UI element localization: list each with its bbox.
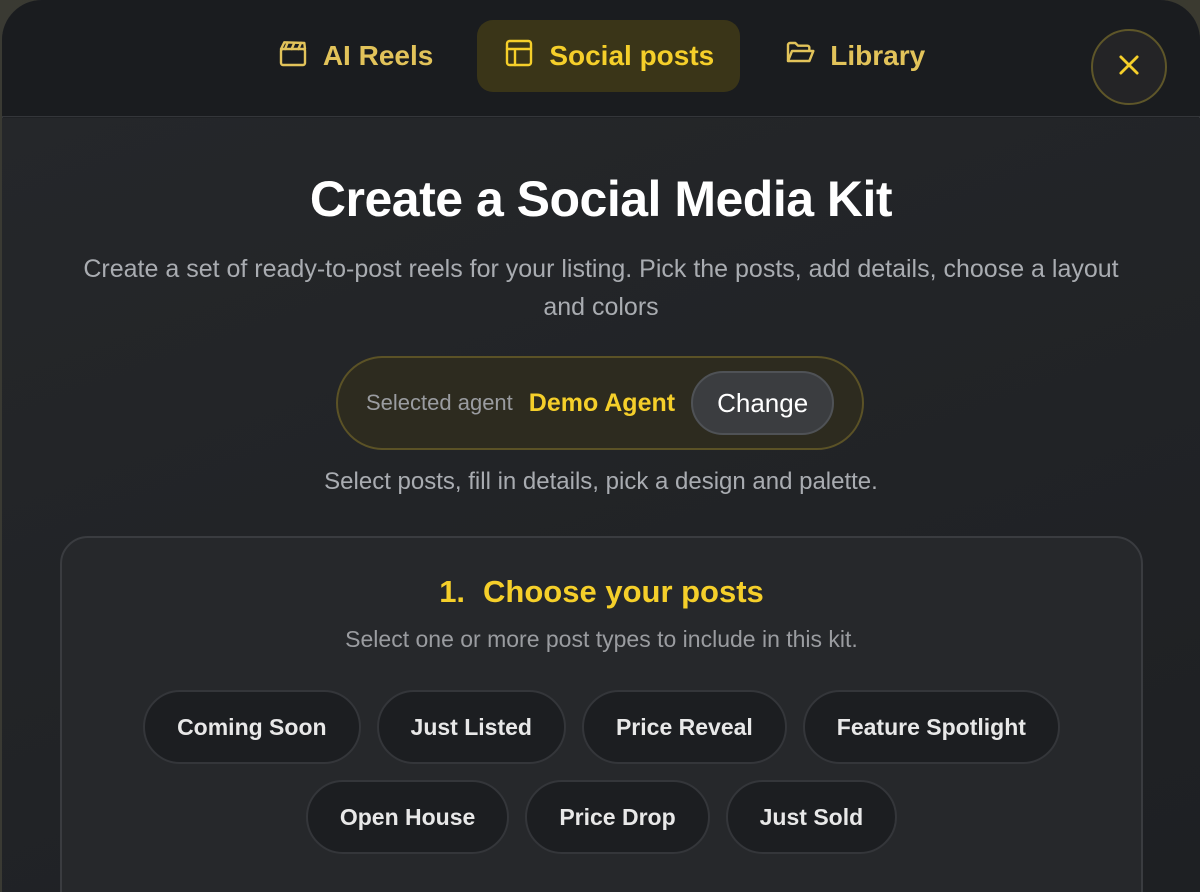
chip-coming-soon[interactable]: Coming Soon — [143, 690, 361, 764]
chip-price-drop[interactable]: Price Drop — [525, 780, 710, 854]
folder-open-icon — [784, 37, 816, 76]
chip-feature-spotlight[interactable]: Feature Spotlight — [802, 690, 1060, 764]
section-title: 1. Choose your posts — [62, 574, 1141, 610]
chip-just-listed[interactable]: Just Listed — [376, 690, 566, 764]
close-button[interactable] — [1091, 29, 1167, 105]
modal-body: Create a Social Media Kit Create a set o… — [2, 118, 1200, 892]
tab-library[interactable]: Library — [758, 20, 951, 92]
page-subtitle: Create a set of ready-to-post reels for … — [83, 255, 1119, 321]
section-number: 1. — [439, 574, 466, 609]
change-agent-button[interactable]: Change — [691, 371, 835, 435]
helper-text: Select posts, fill in details, pick a de… — [324, 468, 878, 495]
chip-price-reveal[interactable]: Price Reveal — [581, 690, 787, 764]
chip-open-house[interactable]: Open House — [305, 780, 510, 854]
close-icon — [1115, 51, 1143, 84]
agent-label: Selected agent — [366, 390, 513, 415]
section-heading: Choose your posts — [483, 574, 764, 609]
selected-agent-pill: Selected agent Demo Agent Change — [336, 356, 864, 450]
choose-posts-section: 1. Choose your posts Select one or more p… — [60, 536, 1143, 892]
tab-label: AI Reels — [322, 40, 434, 71]
agent-name: Demo Agent — [528, 388, 676, 417]
post-type-row: Coming Soon Just Listed Price Reveal Fea… — [62, 690, 1141, 764]
tab-bar: AI Reels Social posts Library — [2, 20, 1200, 92]
tab-label: Social posts — [549, 40, 715, 71]
section-description: Select one or more post types to include… — [345, 626, 858, 652]
page-title: Create a Social Media Kit — [309, 171, 893, 227]
post-type-row: Open House Price Drop Just Sold — [62, 780, 1141, 854]
tab-label: Library — [830, 40, 926, 71]
tab-ai-reels[interactable]: AI Reels — [251, 20, 460, 92]
chip-just-sold[interactable]: Just Sold — [725, 780, 898, 854]
modal-header: AI Reels Social posts Library — [2, 0, 1200, 117]
social-media-kit-modal: AI Reels Social posts Library Create a S… — [2, 0, 1200, 892]
layout-icon — [503, 37, 535, 76]
tab-social-posts[interactable]: Social posts — [477, 20, 741, 92]
clapperboard-icon — [277, 37, 309, 76]
